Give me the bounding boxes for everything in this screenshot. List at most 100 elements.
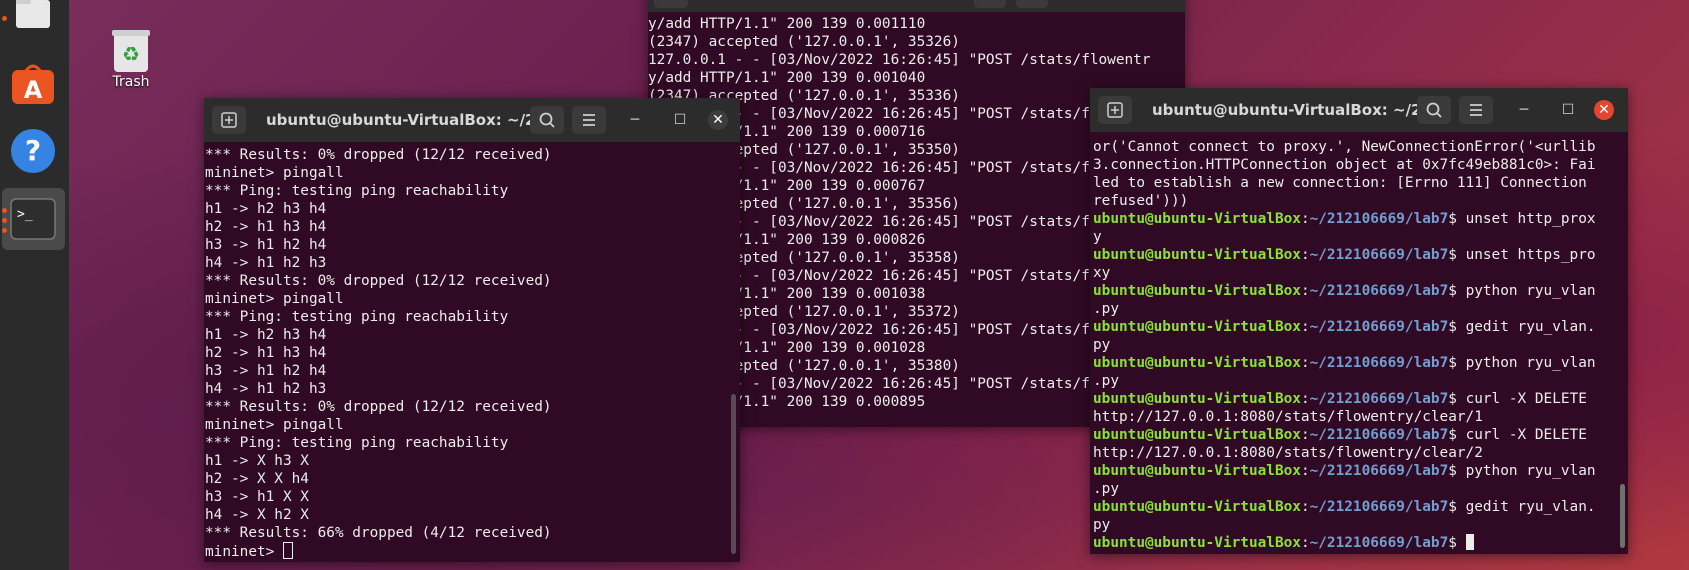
terminal-line: h3 -> h1 h2 h4 bbox=[205, 237, 327, 253]
maximize-icon: ☐ bbox=[1561, 102, 1575, 118]
prompt-path: ~/212106669/lab7 bbox=[1309, 499, 1449, 515]
command-continuation: http://127.0.0.1:8080/stats/flowentry/cl… bbox=[1093, 445, 1483, 461]
prompt-line: ubuntu@ubuntu-VirtualBox:~/212106669/lab… bbox=[1093, 498, 1613, 516]
prompt-user: ubuntu@ubuntu-VirtualBox bbox=[1093, 319, 1301, 335]
cursor bbox=[1465, 534, 1474, 550]
terminal-line: y/add HTTP/1.1" 200 139 0.001040 bbox=[648, 70, 926, 86]
new-tab-button[interactable] bbox=[212, 106, 246, 134]
prompt-separator: : bbox=[1300, 211, 1310, 227]
minimize-button[interactable]: ─ bbox=[625, 110, 645, 130]
titlebar[interactable]: ubuntu@ubuntu-VirtualBox: ~/2... ─ ☐ ✕ bbox=[204, 98, 740, 142]
prompt-user: ubuntu@ubuntu-VirtualBox bbox=[1093, 391, 1301, 407]
scrollbar[interactable] bbox=[1620, 484, 1625, 548]
prompt-line: ubuntu@ubuntu-VirtualBox:~/212106669/lab… bbox=[1093, 534, 1613, 552]
terminal-output[interactable]: or('Cannot connect to proxy.', NewConnec… bbox=[1093, 138, 1613, 552]
hamburger-menu-icon bbox=[583, 114, 595, 126]
terminal-line: 3.connection.HTTPConnection object at 0x… bbox=[1093, 157, 1596, 173]
new-tab-button[interactable] bbox=[1098, 96, 1132, 124]
prompt-user: ubuntu@ubuntu-VirtualBox bbox=[1093, 283, 1301, 299]
command-continuation: py bbox=[1093, 337, 1111, 353]
running-indicator bbox=[2, 16, 7, 21]
window-title: ubuntu@ubuntu-VirtualBox: ~/2... bbox=[266, 111, 553, 129]
prompt-symbol: $ bbox=[1448, 535, 1466, 551]
menu-button[interactable] bbox=[1016, 0, 1048, 8]
app-store-icon[interactable]: A bbox=[8, 58, 58, 108]
command-text: gedit ryu_vlan. bbox=[1465, 319, 1596, 335]
svg-text:♻: ♻ bbox=[122, 42, 140, 66]
prompt-user: ubuntu@ubuntu-VirtualBox bbox=[1093, 463, 1301, 479]
command-text: python ryu_vlan bbox=[1465, 463, 1596, 479]
terminal-line: *** Ping: testing ping reachability bbox=[205, 309, 509, 325]
terminal-line: *** Results: 0% dropped (12/12 received) bbox=[205, 399, 552, 415]
terminal-line: *** Ping: testing ping reachability bbox=[205, 183, 509, 199]
command-text: curl -X DELETE bbox=[1465, 391, 1587, 407]
prompt-symbol: $ bbox=[1448, 283, 1466, 299]
prompt-symbol: $ bbox=[1448, 463, 1466, 479]
prompt-line: ubuntu@ubuntu-VirtualBox:~/212106669/lab… bbox=[1093, 246, 1613, 264]
svg-text:>_: >_ bbox=[17, 207, 33, 222]
prompt-path: ~/212106669/lab7 bbox=[1309, 211, 1449, 227]
terminal-window-shell[interactable]: ubuntu@ubuntu-VirtualBox: ~/2... ─ ☐ ✕ o… bbox=[1090, 88, 1628, 554]
prompt-user: ubuntu@ubuntu-VirtualBox bbox=[1093, 535, 1301, 551]
files-icon[interactable] bbox=[8, 0, 58, 44]
command-continuation: py bbox=[1093, 517, 1111, 533]
close-button[interactable]: ✕ bbox=[708, 110, 728, 130]
command-text: gedit ryu_vlan. bbox=[1465, 499, 1596, 515]
command-continuation: .py bbox=[1093, 301, 1119, 317]
terminal-line: *** Results: 0% dropped (12/12 received) bbox=[205, 273, 552, 289]
terminal-line: mininet> pingall bbox=[205, 291, 344, 307]
window-title: ubuntu@ubuntu-VirtualBox: ~/2... bbox=[1152, 101, 1439, 119]
terminal-line: 127.0.0.1 - - [03/Nov/2022 16:26:45] "PO… bbox=[648, 52, 1151, 68]
prompt-path: ~/212106669/lab7 bbox=[1309, 463, 1449, 479]
new-tab-button[interactable] bbox=[654, 0, 688, 8]
titlebar[interactable]: ubuntu@ubuntu-VirtualBox: ~/2... ─ ☐ ✕ bbox=[1090, 88, 1628, 132]
terminal-output[interactable]: *** Results: 0% dropped (12/12 received)… bbox=[205, 146, 725, 560]
search-button[interactable] bbox=[1417, 96, 1451, 124]
menu-button[interactable] bbox=[572, 106, 606, 134]
svg-text:A: A bbox=[24, 76, 43, 104]
prompt-line: ubuntu@ubuntu-VirtualBox:~/212106669/lab… bbox=[1093, 210, 1613, 228]
terminal-line: mininet> pingall bbox=[205, 165, 344, 181]
prompt-path: ~/212106669/lab7 bbox=[1309, 427, 1449, 443]
prompt-line: ubuntu@ubuntu-VirtualBox:~/212106669/lab… bbox=[1093, 390, 1613, 408]
help-icon[interactable]: ? bbox=[8, 126, 58, 176]
prompt-symbol: $ bbox=[1448, 499, 1466, 515]
prompt-path: ~/212106669/lab7 bbox=[1309, 283, 1449, 299]
prompt-line: ubuntu@ubuntu-VirtualBox:~/212106669/lab… bbox=[1093, 462, 1613, 480]
titlebar[interactable] bbox=[648, 0, 1185, 12]
terminal-line: h2 -> h1 h3 h4 bbox=[205, 219, 327, 235]
prompt-separator: : bbox=[1300, 427, 1310, 443]
prompt-path: ~/212106669/lab7 bbox=[1309, 247, 1449, 263]
command-continuation: .py bbox=[1093, 373, 1119, 389]
prompt-symbol: $ bbox=[1448, 427, 1466, 443]
prompt-line: ubuntu@ubuntu-VirtualBox:~/212106669/lab… bbox=[1093, 354, 1613, 372]
search-icon bbox=[539, 112, 555, 128]
prompt-path: ~/212106669/lab7 bbox=[1309, 355, 1449, 371]
terminal-line: mininet> bbox=[205, 542, 725, 560]
search-button[interactable] bbox=[530, 106, 564, 134]
close-icon: ✕ bbox=[712, 112, 724, 128]
command-continuation: xy bbox=[1093, 265, 1111, 281]
terminal-window-mininet[interactable]: ubuntu@ubuntu-VirtualBox: ~/2... ─ ☐ ✕ *… bbox=[204, 98, 740, 562]
trash-icon: ♻ bbox=[112, 30, 150, 72]
hamburger-menu-icon bbox=[1470, 104, 1482, 116]
terminal-line: led to establish a new connection: [Errn… bbox=[1093, 175, 1587, 191]
desktop-trash[interactable]: ♻ Trash bbox=[102, 28, 160, 90]
prompt-line: ubuntu@ubuntu-VirtualBox:~/212106669/lab… bbox=[1093, 426, 1613, 444]
maximize-icon: ☐ bbox=[673, 112, 687, 128]
terminal-line: *** Ping: testing ping reachability bbox=[205, 435, 509, 451]
maximize-button[interactable]: ☐ bbox=[670, 110, 690, 130]
terminal-line: mininet> pingall bbox=[205, 417, 344, 433]
scrollbar[interactable] bbox=[731, 394, 736, 554]
terminal-line: h1 -> h2 h3 h4 bbox=[205, 201, 327, 217]
minimize-button[interactable]: ─ bbox=[1514, 100, 1534, 120]
close-button[interactable]: ✕ bbox=[1594, 100, 1614, 120]
menu-button[interactable] bbox=[1459, 96, 1493, 124]
terminal-line: h3 -> h1 X X bbox=[205, 489, 309, 505]
maximize-button[interactable]: ☐ bbox=[1558, 100, 1578, 120]
command-text: unset https_pro bbox=[1465, 247, 1596, 263]
terminal-line: h3 -> h1 h2 h4 bbox=[205, 363, 327, 379]
search-button[interactable] bbox=[974, 0, 1006, 8]
cursor bbox=[282, 542, 293, 559]
terminal-icon[interactable]: >_ bbox=[8, 194, 58, 244]
